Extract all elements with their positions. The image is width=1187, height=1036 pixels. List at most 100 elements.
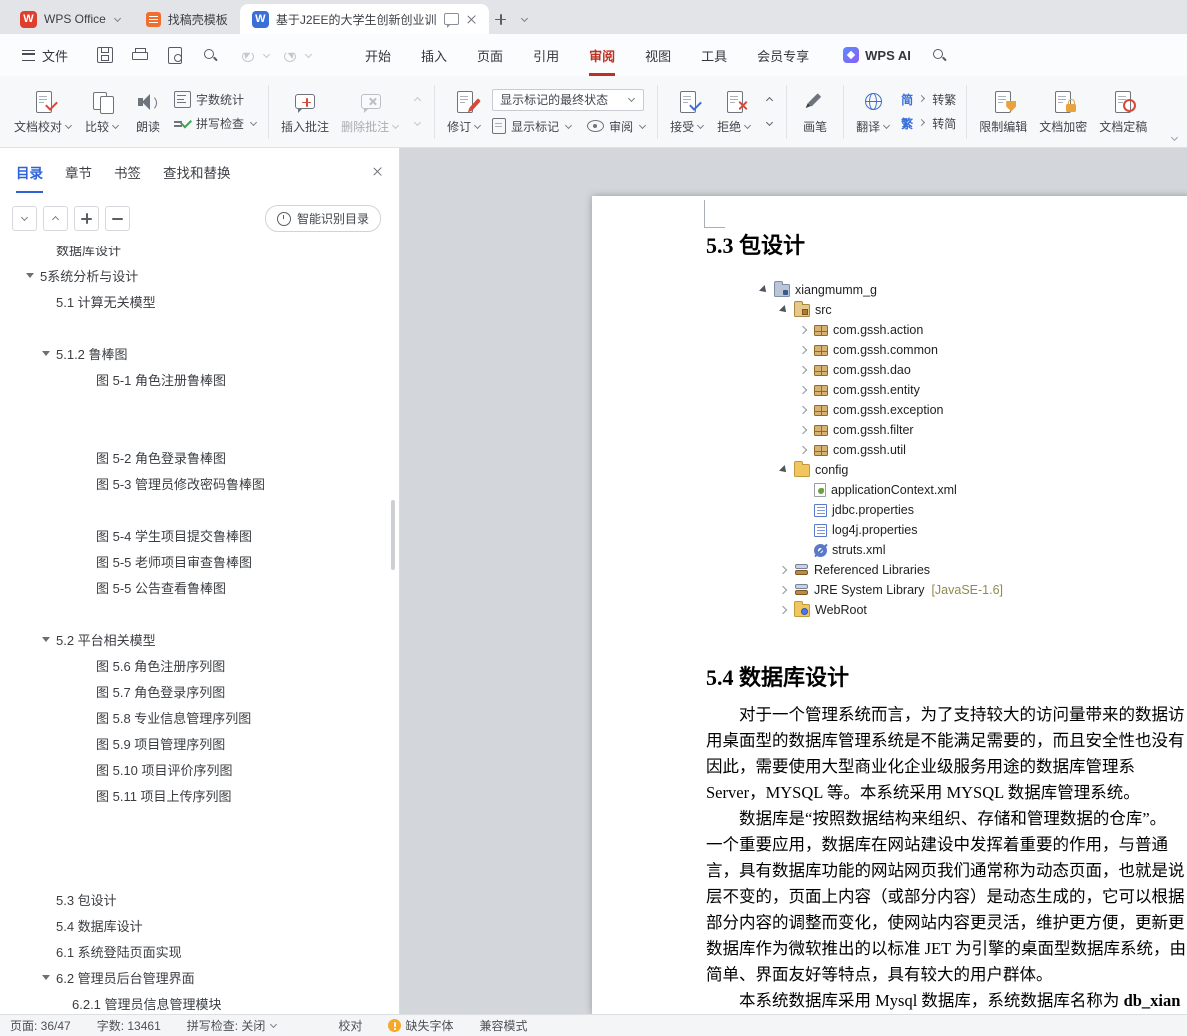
tab-wps-office[interactable]: W WPS Office xyxy=(8,4,134,34)
to-simplified-button[interactable]: 繁 转简 xyxy=(901,115,956,132)
toc-item[interactable]: 5.3 包设计 xyxy=(0,886,391,912)
tab-template-store[interactable]: 找稿壳模板 xyxy=(134,4,240,34)
zoom-out-outline-button[interactable] xyxy=(105,206,130,231)
missing-font-indicator[interactable]: 缺失字体 xyxy=(388,1017,453,1034)
toc-item[interactable]: 图 5-3 管理员修改密码鲁棒图 xyxy=(0,470,391,496)
zoom-in-outline-button[interactable] xyxy=(74,206,99,231)
toc-item[interactable]: 图 5.8 专业信息管理序列图 xyxy=(0,704,391,730)
collapse-all-button[interactable] xyxy=(43,206,68,231)
toc-item[interactable]: 6.2.1 管理员信息管理模块 xyxy=(0,990,391,1014)
chevron-down-icon[interactable] xyxy=(304,51,313,60)
page-indicator[interactable]: 页面: 36/47 xyxy=(10,1017,71,1034)
tab-document[interactable]: W 基于J2EE的大学生创新创业训 xyxy=(239,4,489,34)
word-count-button[interactable]: 字数统计 xyxy=(174,91,258,108)
search-button[interactable] xyxy=(929,44,951,66)
tab-bookmarks[interactable]: 书签 xyxy=(114,162,141,193)
proofing-indicator[interactable]: 校对 xyxy=(338,1017,362,1034)
document-page[interactable]: 5.3 包设计 xiangmumm_g src com.gssh.action … xyxy=(592,196,1187,1014)
tab-find-replace[interactable]: 查找和替换 xyxy=(163,162,231,193)
tab-contents[interactable]: 目录 xyxy=(16,162,43,193)
next-change-button[interactable] xyxy=(760,116,778,132)
chevron-down-icon xyxy=(269,1021,278,1030)
toc-item[interactable]: 图 5-4 学生项目提交鲁棒图 xyxy=(0,522,391,548)
print-button[interactable] xyxy=(129,44,151,66)
tab-review[interactable]: 审阅 xyxy=(589,34,616,76)
ink-pen-button[interactable]: 画笔 xyxy=(793,85,837,139)
toc-item[interactable]: 6.1 系统登陆页面实现 xyxy=(0,938,391,964)
sidebar-scrollbar[interactable] xyxy=(391,500,395,570)
tab-tools[interactable]: 工具 xyxy=(701,34,727,76)
spellcheck-indicator[interactable]: 拼写检查: 关闭 xyxy=(187,1017,279,1034)
toc-item[interactable]: 数据库设计 xyxy=(0,246,391,262)
toc-item[interactable]: 图 5.9 项目管理序列图 xyxy=(0,730,391,756)
tab-insert[interactable]: 插入 xyxy=(421,34,447,76)
collapse-ribbon-icon[interactable] xyxy=(1170,134,1179,143)
show-markup-button[interactable]: 显示标记 xyxy=(492,118,573,135)
tab-list-button[interactable] xyxy=(513,7,537,31)
doc-proofing-button[interactable]: 文档校对 xyxy=(8,85,79,139)
toc-item[interactable]: 5系统分析与设计 xyxy=(0,262,391,288)
reject-change-button[interactable]: 拒绝 xyxy=(711,85,758,139)
tab-view[interactable]: 视图 xyxy=(645,34,671,76)
word-count-indicator[interactable]: 字数: 13461 xyxy=(97,1017,161,1034)
finalize-document-button[interactable]: 文档定稿 xyxy=(1093,85,1153,139)
new-tab-button[interactable] xyxy=(489,7,513,31)
markup-state-select[interactable]: 显示标记的最终状态 xyxy=(492,88,645,111)
spell-check-button[interactable]: 拼写检查 xyxy=(174,115,258,132)
tab-label: 找稿壳模板 xyxy=(167,12,228,27)
tab-home[interactable]: 开始 xyxy=(365,34,391,76)
previous-comment-button[interactable] xyxy=(408,92,426,108)
toc-item[interactable]: 图 5-5 公告查看鲁棒图 xyxy=(0,574,391,600)
compare-button[interactable]: 比较 xyxy=(79,85,126,139)
close-tab-icon[interactable] xyxy=(466,14,477,25)
toc-item[interactable]: 图 5.6 角色注册序列图 xyxy=(0,652,391,678)
save-button[interactable] xyxy=(94,44,116,66)
compatibility-mode-indicator[interactable]: 兼容模式 xyxy=(479,1017,527,1034)
accept-change-button[interactable]: 接受 xyxy=(664,85,711,139)
to-traditional-button[interactable]: 简 转繁 xyxy=(901,91,956,108)
document-canvas[interactable]: 5.3 包设计 xiangmumm_g src com.gssh.action … xyxy=(400,148,1187,1014)
file-menu-button[interactable]: 文件 xyxy=(14,46,76,65)
find-button[interactable] xyxy=(199,44,221,66)
toc-item[interactable]: 图 5-5 老师项目审查鲁棒图 xyxy=(0,548,391,574)
chevron-down-icon[interactable] xyxy=(113,15,122,24)
chevron-down-icon[interactable] xyxy=(262,51,271,60)
collapse-arrow-icon[interactable] xyxy=(42,351,50,356)
tab-chapters[interactable]: 章节 xyxy=(65,162,92,193)
toc-item[interactable]: 图 5-1 角色注册鲁棒图 xyxy=(0,366,391,392)
track-changes-button[interactable]: 修订 xyxy=(441,85,488,139)
redo-button[interactable] xyxy=(279,44,301,66)
toc-item[interactable]: 图 5-2 角色登录鲁棒图 xyxy=(0,444,391,470)
tab-page[interactable]: 页面 xyxy=(477,34,503,76)
smart-toc-button[interactable]: 智能识别目录 xyxy=(264,205,381,232)
toc-item[interactable]: 图 5.11 项目上传序列图 xyxy=(0,782,391,808)
collapse-arrow-icon[interactable] xyxy=(42,975,50,980)
toc-item[interactable]: 图 5.7 角色登录序列图 xyxy=(0,678,391,704)
collapse-arrow-icon xyxy=(778,605,789,616)
wps-ai-button[interactable]: WPS AI xyxy=(843,47,911,63)
toc-item[interactable]: 5.2 平台相关模型 xyxy=(0,626,391,652)
collapse-arrow-icon[interactable] xyxy=(26,273,34,278)
toc-item[interactable]: 6.2 管理员后台管理界面 xyxy=(0,964,391,990)
comment-bubble-icon[interactable] xyxy=(443,13,459,28)
collapse-arrow-icon[interactable] xyxy=(42,637,50,642)
print-preview-button[interactable] xyxy=(164,44,186,66)
translate-button[interactable]: 翻译 xyxy=(850,85,897,139)
toc-item[interactable]: 图 5.10 项目评价序列图 xyxy=(0,756,391,782)
insert-comment-button[interactable]: 插入批注 xyxy=(275,85,335,139)
restrict-editing-button[interactable]: 限制编辑 xyxy=(973,85,1033,139)
tab-reference[interactable]: 引用 xyxy=(533,34,559,76)
encrypt-document-button[interactable]: 文档加密 xyxy=(1033,85,1093,139)
review-pane-button[interactable]: 审阅 xyxy=(587,118,647,135)
next-comment-button[interactable] xyxy=(408,116,426,132)
close-pane-icon[interactable] xyxy=(372,166,383,177)
toc-item[interactable]: 5.1.2 鲁棒图 xyxy=(0,340,391,366)
delete-comment-button[interactable]: 删除批注 xyxy=(335,85,406,139)
toc-item[interactable]: 5.1 计算无关模型 xyxy=(0,288,391,314)
expand-all-button[interactable] xyxy=(12,206,37,231)
toc-item[interactable]: 5.4 数据库设计 xyxy=(0,912,391,938)
read-aloud-button[interactable]: 朗读 xyxy=(126,85,170,139)
undo-button[interactable] xyxy=(237,44,259,66)
tab-member[interactable]: 会员专享 xyxy=(757,34,809,76)
previous-change-button[interactable] xyxy=(760,92,778,108)
